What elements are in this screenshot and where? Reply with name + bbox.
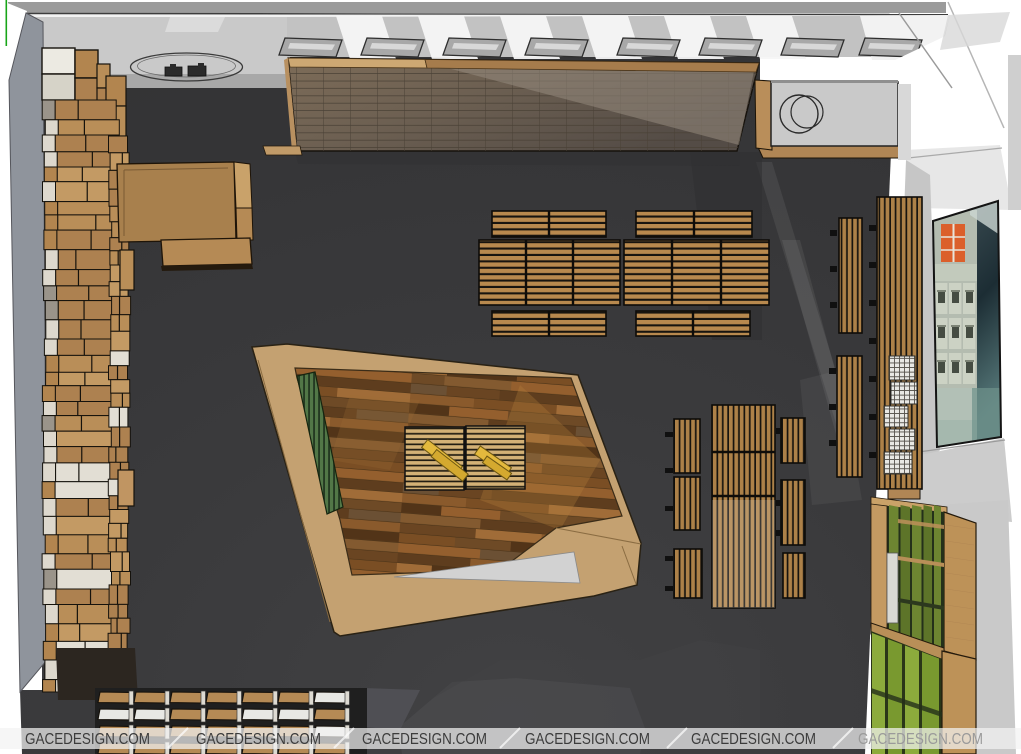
svg-text:GACEDESIGN.COM: GACEDESIGN.COM [525, 731, 650, 748]
svg-text:GACEDESIGN.COM: GACEDESIGN.COM [196, 731, 321, 748]
svg-text:GACEDESIGN.COM: GACEDESIGN.COM [362, 731, 487, 748]
svg-text:GACEDESIGN.COM: GACEDESIGN.COM [858, 731, 983, 748]
svg-text:GACEDESIGN.COM: GACEDESIGN.COM [25, 731, 150, 748]
svg-text:GACEDESIGN.COM: GACEDESIGN.COM [691, 731, 816, 748]
